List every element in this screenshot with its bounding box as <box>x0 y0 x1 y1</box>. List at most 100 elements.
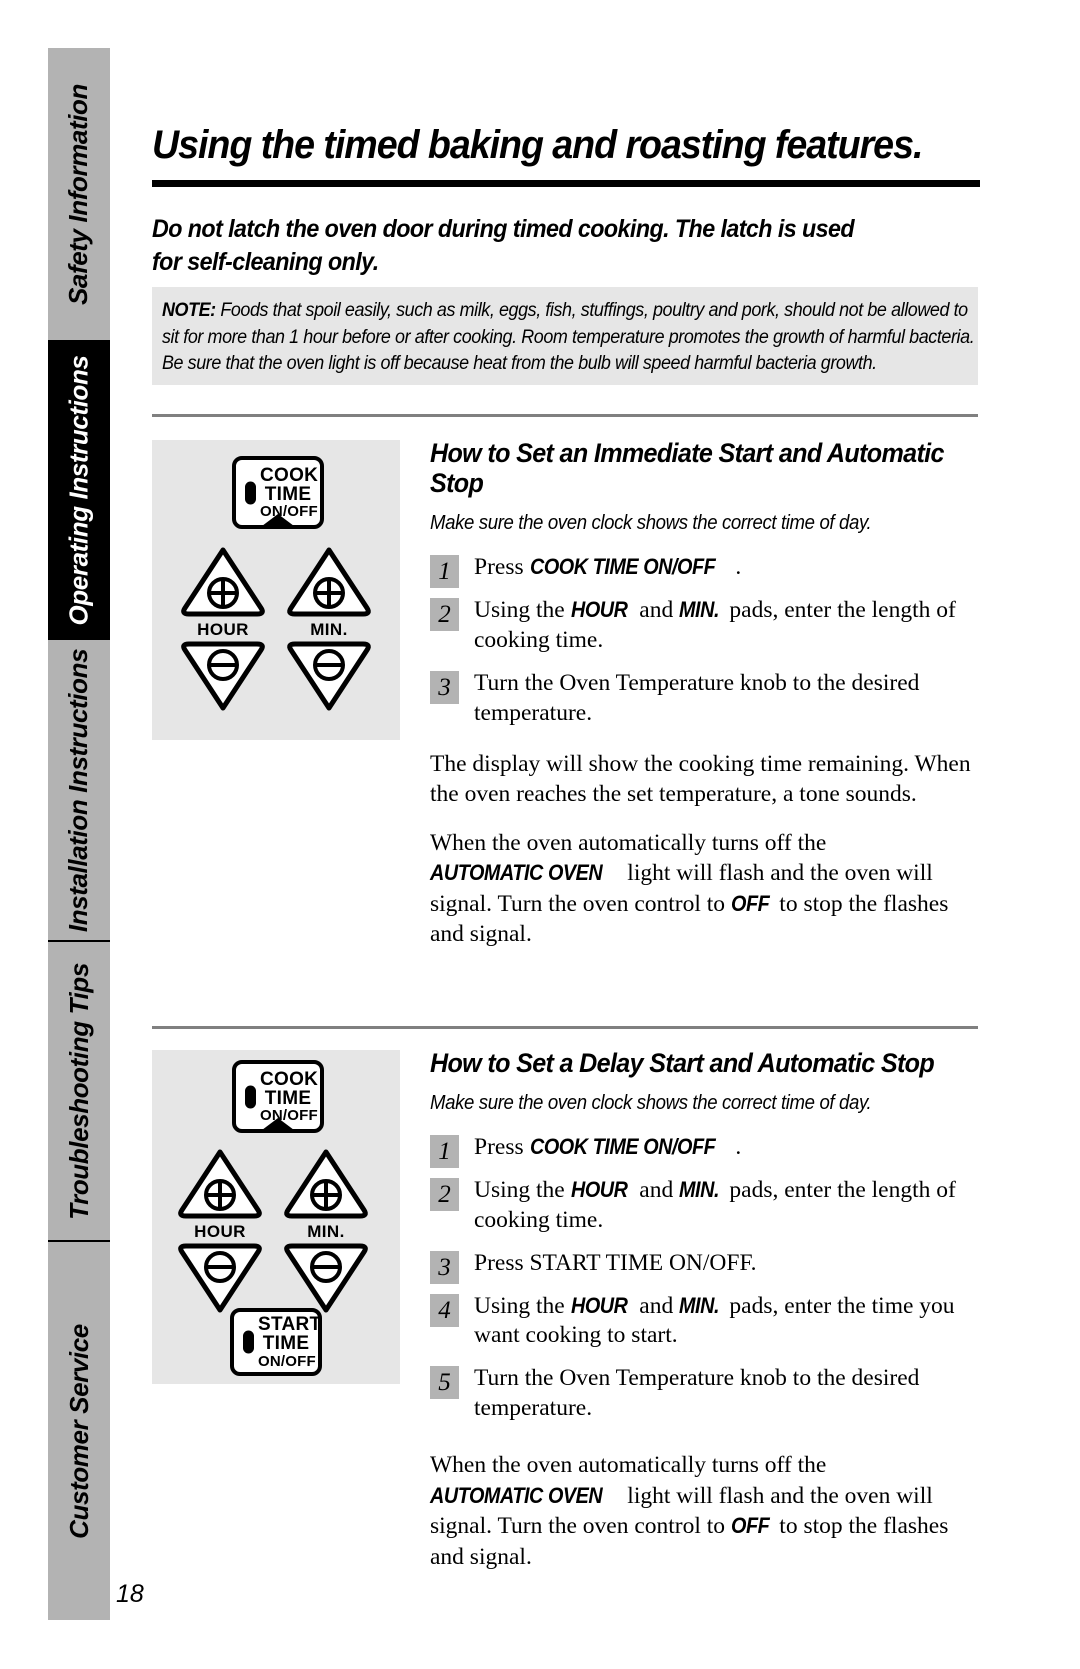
min-increase-pad[interactable] <box>285 546 373 618</box>
body-text: Turn the Oven Temperature knob to the de… <box>474 670 920 726</box>
emphasis-text: HOUR <box>570 1177 628 1203</box>
step-item: 2 Using the HOUR and MIN. pads, enter the… <box>430 596 982 656</box>
indicator-light-icon <box>245 481 256 504</box>
emphasis-text: MIN. <box>679 1292 720 1318</box>
pad-line-1: START <box>258 1313 322 1335</box>
body-text: and <box>633 1292 680 1319</box>
body-text: Using the <box>474 1292 571 1319</box>
control-panel-diagram-2: COOK TIME ON/OFF HOUR MIN. START TIME ON… <box>152 1050 400 1384</box>
emphasis-text: COOK TIME ON/OFF <box>529 1134 716 1160</box>
step-number: 3 <box>430 671 459 704</box>
pad-notch-icon <box>258 514 298 529</box>
body-text: . <box>735 554 742 581</box>
section-rule-2 <box>152 1026 978 1029</box>
page-title: Using the timed baking and roasting feat… <box>152 123 923 167</box>
triangle-up-shape <box>284 1149 368 1219</box>
triangle-down-shape <box>284 1243 368 1313</box>
triangle-up-shape <box>178 1149 262 1219</box>
body-text: When the oven automatically turns off th… <box>430 829 827 856</box>
sidebar-tab-customer-service[interactable]: Customer Service <box>48 1242 110 1620</box>
min-decrease-pad[interactable] <box>282 1242 370 1314</box>
body-text: Press START TIME ON/OFF. <box>474 1249 757 1276</box>
emphasis-text: MIN. <box>679 597 720 623</box>
step-number: 1 <box>430 555 459 589</box>
step-item: 1 Press COOK TIME ON/OFF. <box>430 553 982 589</box>
hour-increase-pad[interactable] <box>176 1148 264 1220</box>
triangle-up-shape <box>287 547 371 617</box>
pad-line-2: TIME <box>264 1087 312 1109</box>
section-2-paragraph-1: When the oven automatically turns off th… <box>430 1450 982 1572</box>
sidebar-tabs: Safety Information Operating Instruction… <box>48 0 110 1669</box>
start-time-on-off-pad[interactable]: START TIME ON/OFF <box>230 1308 322 1376</box>
sidebar-tab-troubleshooting-tips[interactable]: Troubleshooting Tips <box>48 942 110 1240</box>
section-1-paragraph-2: When the oven automatically turns off th… <box>430 828 982 950</box>
step-item: 5 Turn the Oven Temperature knob to the d… <box>430 1364 982 1424</box>
page-content: Using the timed baking and roasting feat… <box>116 0 982 1669</box>
emphasis-text: HOUR <box>570 1292 628 1318</box>
step-number: 4 <box>430 1293 459 1327</box>
pad-line-2: TIME <box>262 1333 310 1355</box>
body-text: and <box>633 597 680 624</box>
intro-text: Do not latch the oven door during timed … <box>152 215 855 276</box>
section-2-heading: How to Set a Delay Start and Automatic S… <box>430 1048 935 1078</box>
pad-line-1: COOK <box>260 1068 319 1090</box>
cook-time-pad-text: COOK TIME ON/OFF <box>260 1068 319 1123</box>
pad-line-2: TIME <box>264 483 312 505</box>
emphasis-text: MIN. <box>679 1177 720 1203</box>
cook-time-on-off-pad[interactable]: COOK TIME ON/OFF <box>232 456 324 529</box>
step-number: 3 <box>430 1250 459 1284</box>
section-1-heading: How to Set an Immediate Start and Automa… <box>430 438 944 499</box>
body-text: When the oven automatically turns off th… <box>430 1451 827 1478</box>
indicator-light-icon <box>243 1330 254 1354</box>
step-item: 4 Using the HOUR and MIN. pads, enter the… <box>430 1292 982 1352</box>
page-number: 18 <box>116 1580 144 1608</box>
section-1-steps: 1 Press COOK TIME ON/OFF. 2 Using the HOUR … <box>430 553 982 728</box>
title-rule <box>152 180 980 187</box>
pad-notch-icon <box>258 1118 298 1133</box>
body-text: . <box>735 1134 742 1161</box>
section-2-caption: Make sure the oven clock shows the corre… <box>430 1092 872 1115</box>
emphasis-text: HOUR <box>570 597 628 623</box>
cook-time-on-off-pad[interactable]: COOK TIME ON/OFF <box>232 1060 324 1133</box>
section-1-caption: Make sure the oven clock shows the corre… <box>430 512 872 535</box>
triangle-down-shape <box>178 1243 262 1313</box>
triangle-down-shape <box>181 641 265 711</box>
sidebar-tab-operating-instructions[interactable]: Operating Instructions <box>48 340 110 640</box>
section-2-steps: 1 Press COOK TIME ON/OFF. 2 Using the HOUR … <box>430 1133 982 1424</box>
step-number: 5 <box>430 1366 459 1400</box>
step-number: 2 <box>430 1178 459 1212</box>
sidebar-tab-safety-information[interactable]: Safety Information <box>48 48 110 340</box>
min-label: MIN. <box>307 1222 345 1241</box>
sidebar-tab-label: Operating Instructions <box>63 354 94 626</box>
body-text: Using the <box>474 1177 571 1204</box>
note-label: NOTE: <box>162 299 216 321</box>
body-text: Press <box>474 554 530 581</box>
min-increase-pad[interactable] <box>282 1148 370 1220</box>
step-item: 2 Using the HOUR and MIN. pads, enter the… <box>430 1176 982 1236</box>
sidebar-tab-label: Installation Instructions <box>63 648 94 932</box>
pad-line-3: ON/OFF <box>258 1352 316 1370</box>
start-time-pad-text: START TIME ON/OFF <box>258 1313 322 1370</box>
emphasis-text: OFF <box>730 1513 770 1539</box>
step-item: 3 Press START TIME ON/OFF. <box>430 1249 982 1284</box>
cook-time-pad-text: COOK TIME ON/OFF <box>260 464 319 519</box>
min-decrease-pad[interactable] <box>285 640 373 712</box>
triangle-down-shape <box>287 641 371 711</box>
min-label: MIN. <box>310 620 348 639</box>
hour-decrease-pad[interactable] <box>176 1242 264 1314</box>
sidebar-tab-label: Customer Service <box>63 1323 94 1539</box>
hour-label: HOUR <box>194 1222 246 1241</box>
hour-decrease-pad[interactable] <box>179 640 267 712</box>
sidebar-tab-label: Troubleshooting Tips <box>63 962 94 1220</box>
step-number: 1 <box>430 1135 459 1169</box>
section-rule-1 <box>152 414 978 417</box>
emphasis-text: COOK TIME ON/OFF <box>529 554 716 580</box>
body-text: Turn the Oven Temperature knob to the de… <box>474 1365 920 1422</box>
pad-line-1: COOK <box>260 464 319 486</box>
step-number: 2 <box>430 598 459 632</box>
sidebar-tab-installation-instructions[interactable]: Installation Instructions <box>48 640 110 940</box>
indicator-light-icon <box>245 1085 256 1108</box>
note-box: NOTE: Foods that spoil easily, such as m… <box>152 287 978 386</box>
hour-increase-pad[interactable] <box>179 546 267 618</box>
body-text: Press <box>474 1134 530 1161</box>
